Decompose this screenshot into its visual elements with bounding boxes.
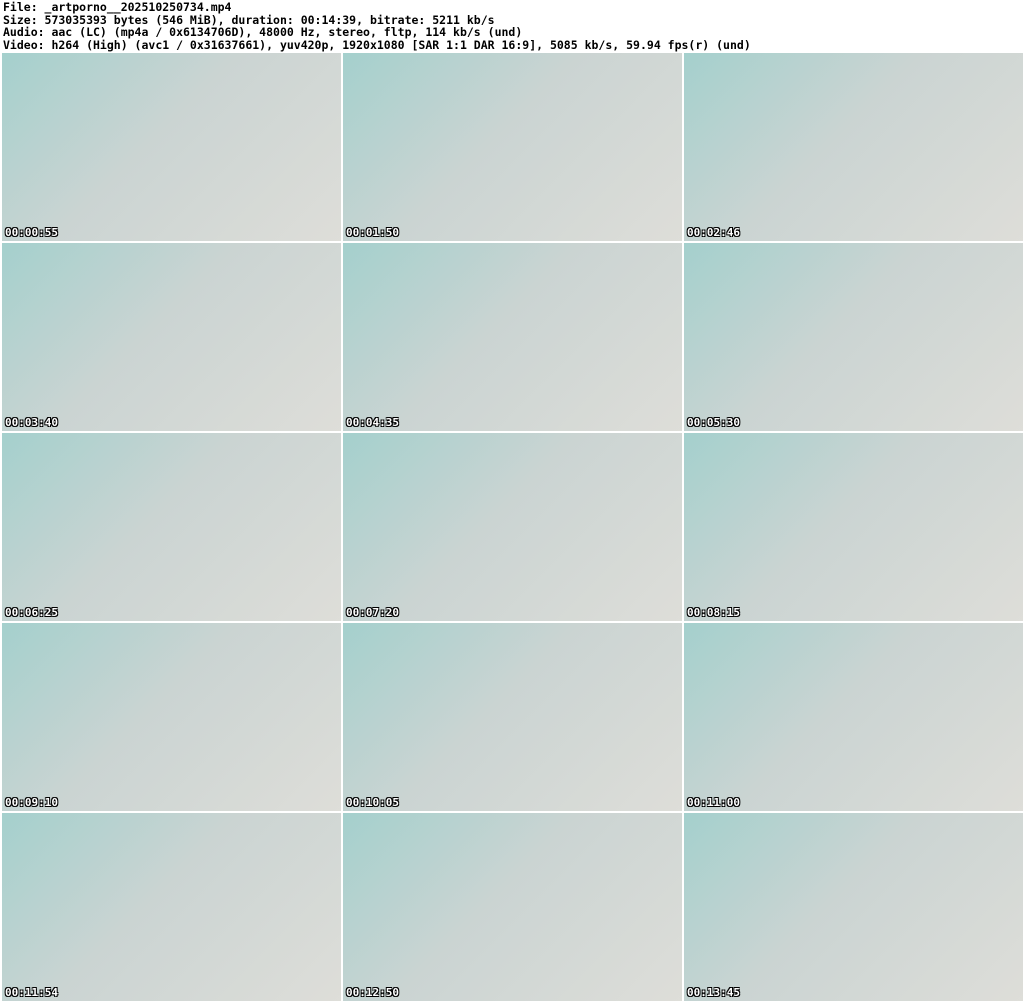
thumbnail-frame: 00:12:50 — [343, 813, 682, 1001]
thumbnail-frame: 00:04:35 — [343, 243, 682, 431]
thumbnail-frame: 00:03:40 — [2, 243, 341, 431]
file-name: File: _artporno__202510250734.mp4 — [3, 0, 232, 14]
thumbnail-frame: 00:01:50 — [343, 53, 682, 241]
frame-timestamp: 00:11:54 — [5, 986, 58, 999]
frame-timestamp: 00:05:30 — [687, 416, 740, 429]
video-info: Video: h264 (High) (avc1 / 0x31637661), … — [3, 37, 751, 52]
frame-timestamp: 00:04:35 — [346, 416, 399, 429]
thumbnail-frame: 00:09:10 — [2, 623, 341, 811]
frame-timestamp: 00:08:15 — [687, 606, 740, 619]
thumbnail-frame: 00:05:30 — [684, 243, 1023, 431]
frame-timestamp: 00:06:25 — [5, 606, 58, 619]
thumbnail-frame: 00:02:46 — [684, 53, 1023, 241]
frame-timestamp: 00:07:20 — [346, 606, 399, 619]
frame-timestamp: 00:01:50 — [346, 226, 399, 239]
thumbnail-frame: 00:10:05 — [343, 623, 682, 811]
thumbnail-frame: 00:08:15 — [684, 433, 1023, 621]
thumbnail-frame: 00:11:00 — [684, 623, 1023, 811]
frame-timestamp: 00:00:55 — [5, 226, 58, 239]
thumbnail-frame: 00:07:20 — [343, 433, 682, 621]
thumbnail-grid: 00:00:55 00:01:50 00:02:46 00:03:40 00:04:35… — [2, 53, 1023, 1001]
frame-timestamp: 00:09:10 — [5, 796, 58, 809]
frame-timestamp: 00:12:50 — [346, 986, 399, 999]
thumbnail-frame: 00:13:45 — [684, 813, 1023, 1001]
frame-timestamp: 00:02:46 — [687, 226, 740, 239]
frame-timestamp: 00:10:05 — [346, 796, 399, 809]
thumbnail-frame: 00:11:54 — [2, 813, 341, 1001]
frame-timestamp: 00:03:40 — [5, 416, 58, 429]
frame-timestamp: 00:11:00 — [687, 796, 740, 809]
frame-timestamp: 00:13:45 — [687, 986, 740, 999]
file-info-header: File: _artporno__202510250734.mp4 Size: … — [3, 1, 751, 51]
audio-info: Audio: aac (LC) (mp4a / 0x6134706D), 480… — [3, 25, 523, 40]
thumbnail-frame: 00:06:25 — [2, 433, 341, 621]
thumbnail-frame: 00:00:55 — [2, 53, 341, 241]
